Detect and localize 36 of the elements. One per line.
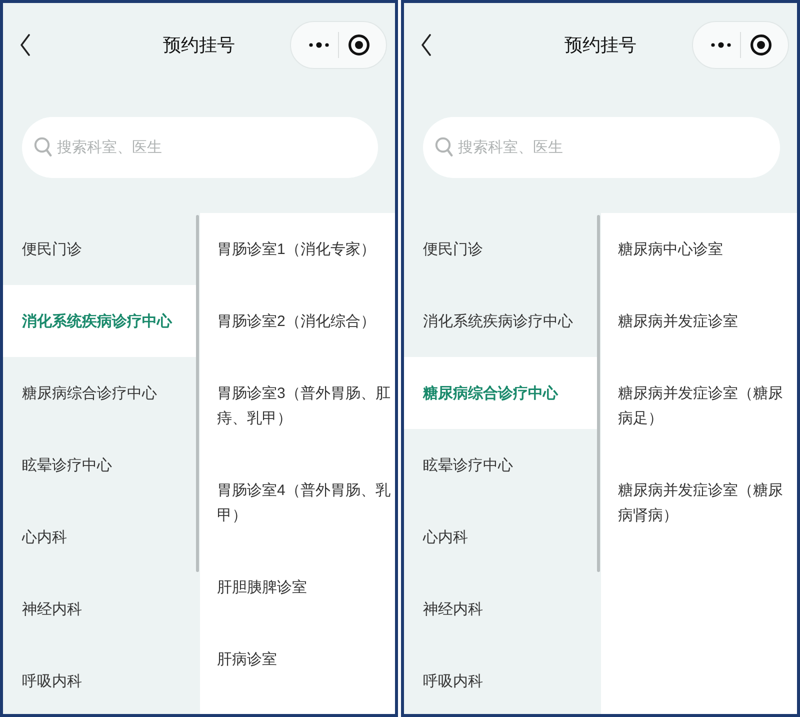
search-field[interactable]: 搜索科室、医生 xyxy=(22,117,378,178)
search-icon xyxy=(34,137,52,157)
back-icon[interactable] xyxy=(20,34,30,56)
clinic-item[interactable]: 胃肠诊室1（消化专家） xyxy=(200,213,395,285)
target-icon[interactable] xyxy=(750,34,772,56)
page-title: 预约挂号 xyxy=(163,34,235,57)
department-item[interactable]: 消化系统疾病诊疗中心 xyxy=(404,285,597,357)
department-item[interactable]: 神经内科 xyxy=(3,573,196,645)
clinic-item[interactable]: 糖尿病并发症诊室（糖尿病足） xyxy=(601,357,797,454)
search-icon xyxy=(435,137,453,157)
department-item[interactable]: 消化系统疾病诊疗中心 xyxy=(3,285,196,357)
target-icon[interactable] xyxy=(348,34,370,56)
department-item[interactable]: 呼吸内科 xyxy=(3,645,196,714)
back-icon[interactable] xyxy=(421,34,431,56)
more-icon[interactable] xyxy=(711,42,732,48)
department-item[interactable]: 神经内科 xyxy=(404,573,597,645)
page-title: 预约挂号 xyxy=(564,34,636,57)
clinic-item[interactable]: 胃肠诊室2（消化综合） xyxy=(200,285,395,357)
department-item[interactable]: 糖尿病综合诊疗中心 xyxy=(404,357,597,429)
clinic-item[interactable]: 肝胆胰脾诊室 xyxy=(200,551,395,623)
department-item[interactable]: 呼吸内科 xyxy=(404,645,597,714)
clinic-item[interactable]: 糖尿病中心诊室 xyxy=(601,213,797,285)
clinic-item[interactable]: 胃肠诊室3（普外胃肠、肛痔、乳甲） xyxy=(200,357,395,454)
clinic-item[interactable]: 糖尿病并发症诊室（糖尿病肾病） xyxy=(601,454,797,551)
search-field[interactable]: 搜索科室、医生 xyxy=(423,117,780,178)
clinic-item[interactable]: 糖尿病并发症诊室 xyxy=(601,285,797,357)
department-item[interactable]: 心内科 xyxy=(404,501,597,573)
clinic-item[interactable]: 胃肠诊室4（普外胃肠、乳甲） xyxy=(200,454,395,551)
clinic-item[interactable]: 肝病诊室 xyxy=(200,623,395,695)
department-item[interactable]: 便民门诊 xyxy=(404,213,597,285)
department-item[interactable]: 眩晕诊疗中心 xyxy=(404,429,597,501)
more-icon[interactable] xyxy=(309,42,330,48)
department-item[interactable]: 便民门诊 xyxy=(3,213,196,285)
department-item[interactable]: 糖尿病综合诊疗中心 xyxy=(3,357,196,429)
department-item[interactable]: 心内科 xyxy=(3,501,196,573)
department-item[interactable]: 眩晕诊疗中心 xyxy=(3,429,196,501)
